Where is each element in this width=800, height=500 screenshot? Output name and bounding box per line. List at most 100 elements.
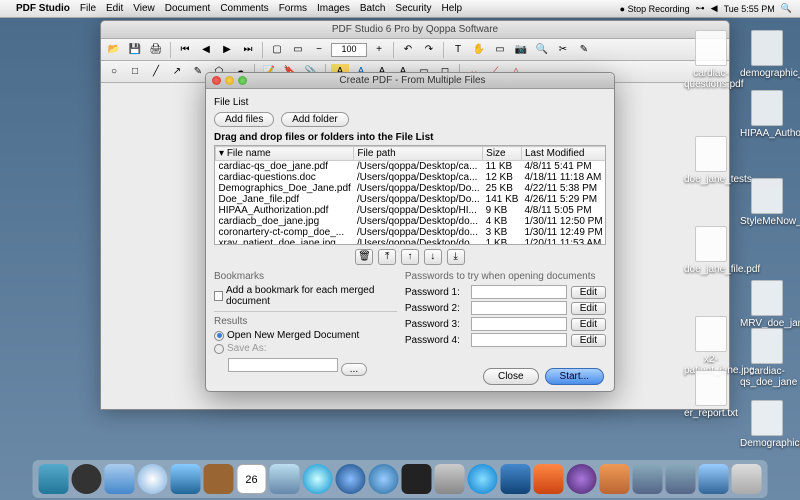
next-page-icon[interactable]: ▶ xyxy=(218,42,236,58)
rotate-right-icon[interactable]: ↷ xyxy=(420,42,438,58)
dock-skype-icon[interactable] xyxy=(468,464,498,494)
dock-mail-icon[interactable] xyxy=(105,464,135,494)
move-up-button[interactable]: ↑ xyxy=(401,249,419,265)
open-icon[interactable]: 📂 xyxy=(105,42,123,58)
desktop-file-icon[interactable]: doe_jane_tests xyxy=(684,136,738,185)
dock-appstore-icon[interactable] xyxy=(336,464,366,494)
wifi-icon[interactable]: ⊶ xyxy=(696,3,705,14)
save-as-radio[interactable] xyxy=(214,344,224,354)
pwd1-field[interactable] xyxy=(471,285,567,299)
table-row[interactable]: xray_patient_doe_jane.jpg/Users/qoppa/De… xyxy=(216,238,606,245)
desktop-file-icon[interactable]: Demographics_Doe_l.pdf xyxy=(740,400,794,449)
dock-addressbook-icon[interactable] xyxy=(204,464,234,494)
dock-eclipse-icon[interactable] xyxy=(567,464,597,494)
add-files-button[interactable]: Add files xyxy=(214,112,274,127)
desktop-file-icon[interactable]: cardiac-questions.pdf xyxy=(684,30,738,90)
table-row[interactable]: Doe_Jane_file.pdf/Users/qoppa/Desktop/Do… xyxy=(216,194,606,205)
menu-images[interactable]: Images xyxy=(317,3,350,14)
snapshot-icon[interactable]: 📷 xyxy=(512,42,530,58)
dock-word-icon[interactable] xyxy=(501,464,531,494)
line-tool-icon[interactable]: ╱ xyxy=(147,64,165,80)
volume-icon[interactable]: ◀ xyxy=(711,3,718,14)
dock-app2-icon[interactable] xyxy=(666,464,696,494)
print-icon[interactable]: 🖨 xyxy=(147,42,165,58)
zoom-in-icon[interactable]: + xyxy=(370,42,388,58)
rotate-left-icon[interactable]: ↶ xyxy=(399,42,417,58)
table-row[interactable]: cardiacb_doe_jane.jpg/Users/qoppa/Deskto… xyxy=(216,216,606,227)
dialog-titlebar[interactable]: Create PDF - From Multiple Files xyxy=(206,73,614,89)
start-button[interactable]: Start... xyxy=(545,368,604,385)
bookmark-checkbox[interactable] xyxy=(214,291,223,301)
loupe-icon[interactable]: 🔍 xyxy=(533,42,551,58)
desktop-file-icon[interactable]: demographic_doe_jane.doc xyxy=(740,30,794,79)
last-page-icon[interactable]: ⏭ xyxy=(239,42,257,58)
dock-sysprefs-icon[interactable] xyxy=(435,464,465,494)
zoom-input[interactable]: 100 xyxy=(331,43,367,57)
pwd4-edit-button[interactable]: Edit xyxy=(571,334,606,347)
circle-tool-icon[interactable]: ○ xyxy=(105,64,123,80)
add-folder-button[interactable]: Add folder xyxy=(281,112,349,127)
move-top-button[interactable]: ⤒ xyxy=(378,249,396,265)
dock-itunes-icon[interactable] xyxy=(303,464,333,494)
pwd1-edit-button[interactable]: Edit xyxy=(571,286,606,299)
app-menu[interactable]: PDF Studio xyxy=(16,3,70,14)
desktop-file-icon[interactable]: cardiac-qs_doe_jane xyxy=(740,328,794,388)
desktop-file-icon[interactable]: doe_jane_file.pdf xyxy=(684,226,738,275)
pwd2-edit-button[interactable]: Edit xyxy=(571,302,606,315)
fit-page-icon[interactable]: ▢ xyxy=(268,42,286,58)
dock-downloads-icon[interactable] xyxy=(699,464,729,494)
prev-page-icon[interactable]: ◀ xyxy=(197,42,215,58)
close-button[interactable]: Close xyxy=(483,368,539,385)
col-filepath[interactable]: File path xyxy=(354,147,483,161)
hand-tool-icon[interactable]: ✋ xyxy=(470,42,488,58)
desktop-file-icon[interactable]: x2-patient_jane.jpg xyxy=(684,316,738,376)
menu-security[interactable]: Security xyxy=(395,3,431,14)
pwd4-field[interactable] xyxy=(471,333,567,347)
crop-icon[interactable]: ✂ xyxy=(554,42,572,58)
dock-dashboard-icon[interactable] xyxy=(72,464,102,494)
menu-forms[interactable]: Forms xyxy=(279,3,307,14)
dock-quicktime-icon[interactable] xyxy=(369,464,399,494)
dock-ppt-icon[interactable] xyxy=(534,464,564,494)
menu-edit[interactable]: Edit xyxy=(106,3,123,14)
menu-view[interactable]: View xyxy=(133,3,155,14)
first-page-icon[interactable]: ⏮ xyxy=(176,42,194,58)
pwd2-field[interactable] xyxy=(471,301,567,315)
save-icon[interactable]: 💾 xyxy=(126,42,144,58)
file-list-table[interactable]: ▾ File name File path Size Last Modified… xyxy=(214,145,606,245)
zoom-out-icon[interactable]: − xyxy=(310,42,328,58)
move-bottom-button[interactable]: ⤓ xyxy=(447,249,465,265)
save-as-field[interactable] xyxy=(228,358,338,372)
dock-ichat-icon[interactable] xyxy=(171,464,201,494)
dock-safari-icon[interactable] xyxy=(138,464,168,494)
table-row[interactable]: Demographics_Doe_Jane.pdf/Users/qoppa/De… xyxy=(216,183,606,194)
spotlight-icon[interactable]: 🔍 xyxy=(781,3,792,14)
stop-recording-button[interactable]: ● Stop Recording xyxy=(620,4,690,14)
square-tool-icon[interactable]: □ xyxy=(126,64,144,80)
browse-button[interactable]: ... xyxy=(341,363,367,376)
pwd3-field[interactable] xyxy=(471,317,567,331)
edit-icon[interactable]: ✎ xyxy=(575,42,593,58)
table-row[interactable]: cardiac-questions.doc/Users/qoppa/Deskto… xyxy=(216,172,606,183)
menu-help[interactable]: Help xyxy=(442,3,463,14)
menu-file[interactable]: File xyxy=(80,3,96,14)
fit-width-icon[interactable]: ▭ xyxy=(289,42,307,58)
text-tool-icon[interactable]: T xyxy=(449,42,467,58)
desktop-file-icon[interactable]: HIPAA_Authorization.pdf xyxy=(740,90,794,139)
delete-button[interactable]: 🗑 xyxy=(355,249,373,265)
dock-ical-icon[interactable]: 26 xyxy=(237,464,267,494)
table-row[interactable]: coronartery-ct-comp_doe_.../Users/qoppa/… xyxy=(216,227,606,238)
menu-document[interactable]: Document xyxy=(165,3,211,14)
table-row[interactable]: cardiac-qs_doe_jane.pdf/Users/qoppa/Desk… xyxy=(216,161,606,173)
pwd3-edit-button[interactable]: Edit xyxy=(571,318,606,331)
move-down-button[interactable]: ↓ xyxy=(424,249,442,265)
dock-trash-icon[interactable] xyxy=(732,464,762,494)
col-modified[interactable]: Last Modified xyxy=(521,147,605,161)
open-new-radio[interactable] xyxy=(214,331,224,341)
col-filename[interactable]: ▾ File name xyxy=(216,147,354,161)
arrow-tool-icon[interactable]: ↗ xyxy=(168,64,186,80)
dock-app1-icon[interactable] xyxy=(633,464,663,494)
dock-finder-icon[interactable] xyxy=(39,464,69,494)
desktop-file-icon[interactable]: MRV_doe_jane.jpg xyxy=(740,280,794,329)
dock[interactable]: 26 xyxy=(33,460,768,498)
